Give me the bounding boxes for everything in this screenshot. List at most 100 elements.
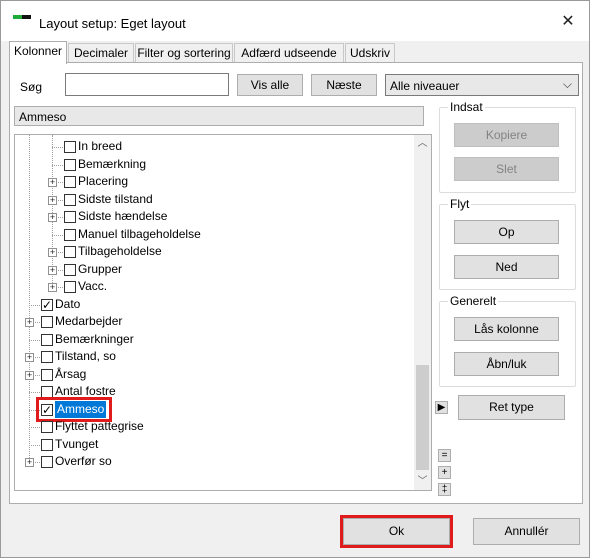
app-icon [13,15,31,19]
tree-connector [29,427,40,428]
scroll-thumb[interactable] [416,365,429,470]
level-select[interactable]: Alle niveauer ⌵ [385,74,579,96]
tree-checkbox[interactable] [64,228,76,241]
tree-row[interactable]: + Vacc. [15,278,410,295]
expand-icon[interactable]: + [438,466,451,479]
expand-icon[interactable]: + [25,370,34,380]
dialog-window: Layout setup: Eget layout ✕ Kolonner Dec… [0,0,590,558]
tree-item-label: Tilstand, so [55,349,116,363]
laas-kolonne-button[interactable]: Lås kolonne [454,317,559,341]
level-select-value: Alle niveauer [390,79,460,93]
tree-checkbox[interactable] [41,351,53,363]
tree-checkbox[interactable] [64,246,76,258]
tab-decimaler[interactable]: Decimaler [68,43,134,63]
tree-row[interactable]: + Medarbejder [15,313,410,330]
scroll-up-icon[interactable]: ︿ [414,135,431,152]
expand-icon[interactable]: + [25,353,34,362]
tree-item-label: Placering [78,174,129,188]
tree-checkbox[interactable] [41,421,53,433]
tree-connector [29,392,40,393]
tree-row[interactable]: + Grupper [15,261,410,278]
op-button[interactable]: Op [454,220,559,244]
tree-checkbox[interactable] [41,316,53,328]
tree-checkbox[interactable] [41,333,53,346]
tree-connector [52,147,63,148]
column-tree[interactable]: ︿ ﹀ In breed Bemærkning + Placering + Sidste … [14,134,432,491]
tree-connector [52,234,63,236]
tree-item-label: Bemærkning [78,156,147,171]
ned-button[interactable]: Ned [454,255,559,279]
tab-kolonner[interactable]: Kolonner [9,41,67,64]
tree-row[interactable]: Flyttet pattegrise [15,418,410,435]
tab-adfaerd-udseende[interactable]: Adfærd udseende [234,43,344,63]
tree-checkbox[interactable] [41,456,53,468]
expand-icon[interactable]: + [25,458,34,467]
tree-row[interactable]: + Overfør so [15,453,410,470]
tree-row[interactable]: Bemærkninger [15,331,410,348]
expand-icon[interactable]: + [48,265,57,275]
tree-row[interactable]: + Årsag [15,366,410,383]
tree-item-label: Tvunget [55,436,99,451]
tree-checkbox[interactable] [64,211,76,223]
tree-row[interactable]: Bemærkning [15,156,410,173]
vis-alle-button[interactable]: Vis alle [237,74,303,96]
tree-row[interactable]: + Tilbageholdelse [15,243,410,260]
title-bar: Layout setup: Eget layout ✕ [1,1,589,41]
scroll-down-icon[interactable]: ﹀ [414,473,431,490]
tree-item-label: Grupper [78,261,123,276]
tab-filter-og-sortering[interactable]: Filter og sortering [135,43,233,63]
tree-checkbox[interactable] [64,193,76,206]
tree-checkbox[interactable] [64,158,76,171]
tree-row[interactable]: + Tilstand, so [15,348,410,365]
slet-button[interactable]: Slet [454,157,559,181]
tree-row[interactable]: + Sidste hændelse [15,208,410,225]
column-path: Ammeso [14,106,424,126]
chevron-down-icon: ⌵ [562,77,572,91]
tree-item-label: Manuel tilbageholdelse [78,226,201,241]
flyt-group-title: Flyt [448,197,472,211]
window-title: Layout setup: Eget layout [39,16,186,31]
tree-item-label: Årsag [55,366,87,381]
tree-checkbox[interactable] [41,438,53,451]
expand-icon[interactable]: + [25,318,34,327]
tree-row[interactable]: Manuel tilbageholdelse [15,226,410,243]
tree-row[interactable]: Tvunget [15,436,410,453]
tree-item-label: In breed [78,139,123,153]
tab-udskriv[interactable]: Udskriv [345,43,395,63]
expand-all-icon[interactable]: ‡ [438,483,451,496]
indsat-group-title: Indsat [448,100,485,114]
ret-type-button[interactable]: Ret type [458,395,565,420]
tree-checkbox[interactable] [41,297,53,314]
tree-connector [52,164,63,166]
close-icon[interactable]: ✕ [557,11,579,33]
tree-checkbox[interactable] [64,263,76,276]
tree-row[interactable]: + Placering [15,173,410,190]
tree-row[interactable]: In breed [15,138,410,155]
tree-row[interactable]: + Sidste tilstand [15,191,410,208]
ok-highlight [340,515,453,548]
kopiere-button[interactable]: Kopiere [454,123,559,147]
expand-icon[interactable]: + [48,283,57,292]
tree-row[interactable]: Ammeso [15,396,410,422]
expand-icon[interactable]: + [48,248,57,257]
tree-checkbox[interactable] [64,281,76,293]
column-path-text: Ammeso [19,110,67,124]
arrow-right-icon[interactable]: ▶ [435,401,448,414]
tree-checkbox[interactable] [64,141,76,153]
tree-connector [29,444,40,446]
expand-icon[interactable]: + [48,213,57,222]
tree-scrollbar[interactable]: ︿ ﹀ [414,135,431,490]
tree-checkbox[interactable] [41,368,53,381]
tree-row[interactable]: Dato [15,296,410,314]
tree-item-label: Vacc. [78,279,108,293]
kolonner-panel: Søg Vis alle Næste Alle niveauer ⌵ Ammes… [9,62,583,504]
collapse-all-icon[interactable]: = [438,449,451,462]
tree-checkbox[interactable] [64,176,76,188]
naeste-button[interactable]: Næste [311,74,377,96]
expand-icon[interactable]: + [48,195,57,205]
annuller-button[interactable]: Annullér [473,518,580,545]
aabn-luk-button[interactable]: Åbn/luk [454,352,559,376]
search-input[interactable] [65,73,229,96]
expand-icon[interactable]: + [48,178,57,187]
tree-item-label: Dato [55,296,81,311]
